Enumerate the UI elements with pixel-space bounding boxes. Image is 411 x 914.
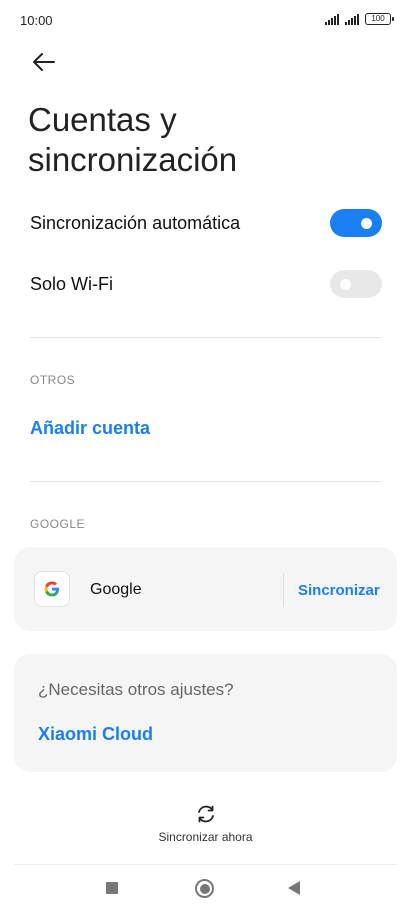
sync-now-label: Sincronizar ahora <box>158 830 253 844</box>
signal-icon-2 <box>345 13 359 25</box>
auto-sync-toggle[interactable] <box>330 209 382 237</box>
google-logo-icon <box>34 571 70 607</box>
navigation-bar <box>0 870 411 910</box>
toggle-knob <box>361 218 372 229</box>
wifi-only-toggle[interactable] <box>330 270 382 298</box>
divider <box>30 337 382 338</box>
sync-icon <box>198 805 214 823</box>
sync-now-button[interactable]: Sincronizar ahora <box>0 800 411 850</box>
wifi-only-label: Solo Wi-Fi <box>30 273 114 294</box>
google-g-icon <box>44 581 59 597</box>
other-settings-question: ¿Necesitas otros ajustes? <box>38 680 234 699</box>
page-title: Cuentas y sincronización <box>28 101 238 178</box>
toggle-knob <box>340 279 351 290</box>
auto-sync-row[interactable]: Sincronización automática <box>30 203 382 243</box>
back-button[interactable] <box>28 48 60 76</box>
divider <box>30 481 382 482</box>
sync-button[interactable]: Sincronizar <box>298 582 380 599</box>
google-account-name: Google <box>90 581 142 598</box>
section-header-others: OTROS <box>30 373 76 387</box>
nav-divider <box>14 864 397 865</box>
other-settings-card: ¿Necesitas otros ajustes? Xiaomi Cloud <box>14 654 397 772</box>
section-header-google: GOOGLE <box>30 517 86 531</box>
google-account-card[interactable]: Google Sincronizar <box>14 547 397 631</box>
wifi-only-row[interactable]: Solo Wi-Fi <box>30 264 382 304</box>
arrow-left-icon <box>33 53 55 71</box>
vertical-divider <box>283 573 284 607</box>
nav-back-icon[interactable] <box>288 881 300 895</box>
status-icons: 100 <box>325 13 394 25</box>
xiaomi-cloud-link[interactable]: Xiaomi Cloud <box>38 724 153 745</box>
home-icon[interactable] <box>195 879 214 898</box>
status-bar: 10:00 100 <box>0 0 411 40</box>
signal-icon <box>325 13 339 25</box>
status-time: 10:00 <box>20 13 53 28</box>
recent-apps-icon[interactable] <box>106 882 118 894</box>
add-account-button[interactable]: Añadir cuenta <box>30 418 150 439</box>
battery-icon: 100 <box>365 13 394 25</box>
auto-sync-label: Sincronización automática <box>30 212 241 233</box>
